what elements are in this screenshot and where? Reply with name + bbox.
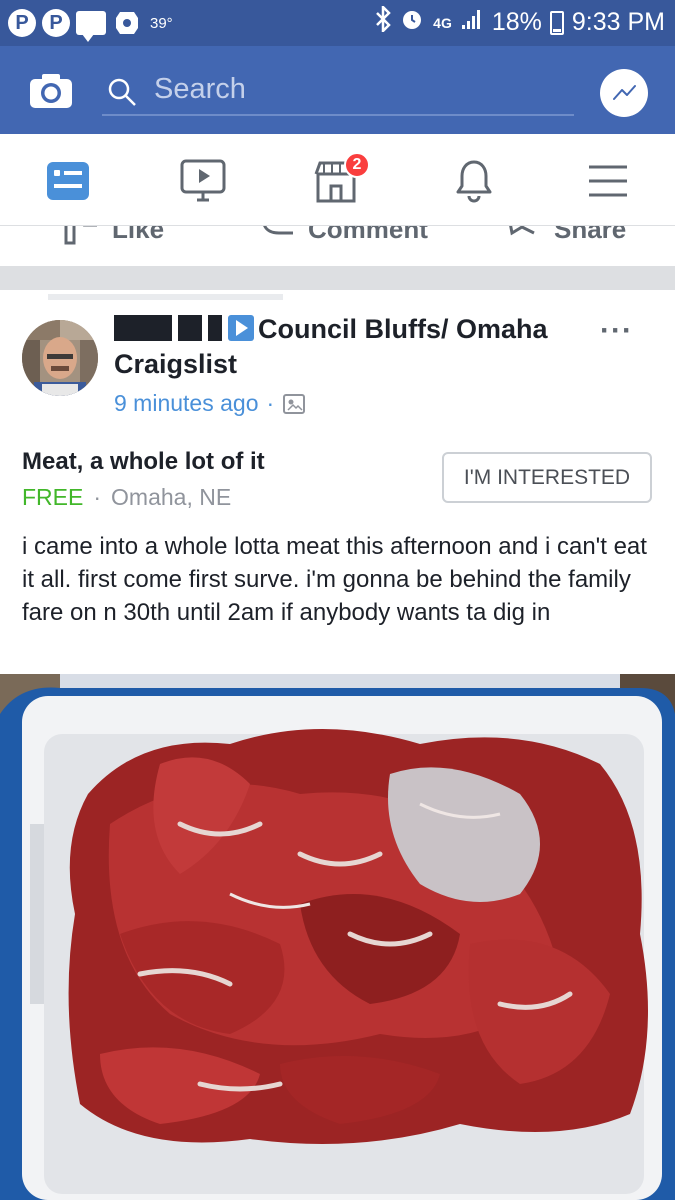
comment-button[interactable]: Comment bbox=[260, 226, 428, 245]
share-icon bbox=[509, 226, 535, 235]
message-notification-icon bbox=[76, 11, 106, 42]
status-bar: P P 39° 4G 18% 9:33 PM bbox=[0, 0, 675, 46]
like-icon bbox=[64, 226, 97, 244]
redacted-name bbox=[208, 315, 222, 341]
clock: 9:33 PM bbox=[571, 8, 665, 36]
battery-percent: 18% bbox=[491, 8, 542, 36]
search-icon bbox=[106, 76, 138, 108]
marketplace-badge: 2 bbox=[344, 152, 370, 178]
tab-notifications[interactable] bbox=[446, 154, 502, 208]
comment-label: Comment bbox=[308, 226, 428, 244]
redacted-name bbox=[114, 315, 172, 341]
like-button[interactable]: Like bbox=[64, 226, 164, 245]
post-timestamp[interactable]: 9 minutes ago · bbox=[114, 390, 306, 417]
signal-icon bbox=[460, 7, 484, 38]
feed-divider bbox=[0, 266, 675, 290]
watch-icon bbox=[180, 159, 226, 202]
listing-title: Meat, a whole lot of it bbox=[22, 448, 265, 475]
pinterest-icon: P bbox=[42, 9, 70, 37]
menu-icon bbox=[589, 165, 627, 197]
tab-bar: 2 bbox=[0, 134, 675, 226]
share-label: Share bbox=[554, 226, 627, 244]
tab-menu[interactable] bbox=[580, 154, 636, 208]
messenger-icon[interactable] bbox=[600, 69, 648, 117]
camera-icon[interactable] bbox=[28, 72, 74, 110]
listing-price: FREE bbox=[22, 484, 84, 510]
search-input[interactable] bbox=[102, 64, 574, 116]
post-text: i came into a whole lotta meat this afte… bbox=[22, 533, 647, 626]
news-feed-icon bbox=[47, 162, 89, 200]
post-author[interactable]: Council Bluffs/ Omaha Craigslist bbox=[114, 312, 574, 382]
battery-icon bbox=[549, 10, 564, 35]
share-button[interactable]: Share bbox=[506, 226, 626, 245]
redacted-name bbox=[178, 315, 202, 341]
like-label: Like bbox=[112, 226, 165, 244]
cooler-with-meat-image bbox=[0, 674, 675, 1200]
pinterest-icon: P bbox=[8, 9, 36, 37]
post-top-rule bbox=[48, 294, 283, 300]
previous-post-actions: Like Comment Share bbox=[0, 226, 675, 266]
post-photo[interactable] bbox=[0, 674, 675, 1200]
separator-dot: · bbox=[266, 390, 275, 416]
avatar[interactable] bbox=[22, 320, 98, 396]
privacy-icon bbox=[283, 393, 306, 414]
separator-dot: · bbox=[93, 484, 102, 510]
network-type: 4G bbox=[433, 14, 452, 31]
marketplace-post: Council Bluffs/ Omaha Craigslist ··· 9 m… bbox=[0, 290, 675, 1200]
listing-meta: FREE · Omaha, NE bbox=[22, 484, 231, 511]
search-bar bbox=[0, 46, 675, 134]
listing-location: Omaha, NE bbox=[111, 484, 232, 510]
more-options-button[interactable]: ··· bbox=[600, 314, 633, 348]
bluetooth-icon bbox=[375, 3, 391, 39]
tab-news-feed[interactable] bbox=[40, 154, 96, 208]
temperature: 39° bbox=[150, 14, 173, 32]
tab-watch[interactable] bbox=[175, 154, 231, 208]
timestamp-label: 9 minutes ago bbox=[114, 390, 259, 416]
notifications-icon bbox=[456, 160, 492, 203]
shared-to-arrow-icon bbox=[228, 315, 254, 341]
im-interested-button[interactable]: I'M INTERESTED bbox=[442, 452, 652, 503]
alarm-icon bbox=[399, 6, 425, 39]
comment-icon bbox=[263, 226, 293, 234]
game-notification-icon bbox=[112, 8, 142, 38]
